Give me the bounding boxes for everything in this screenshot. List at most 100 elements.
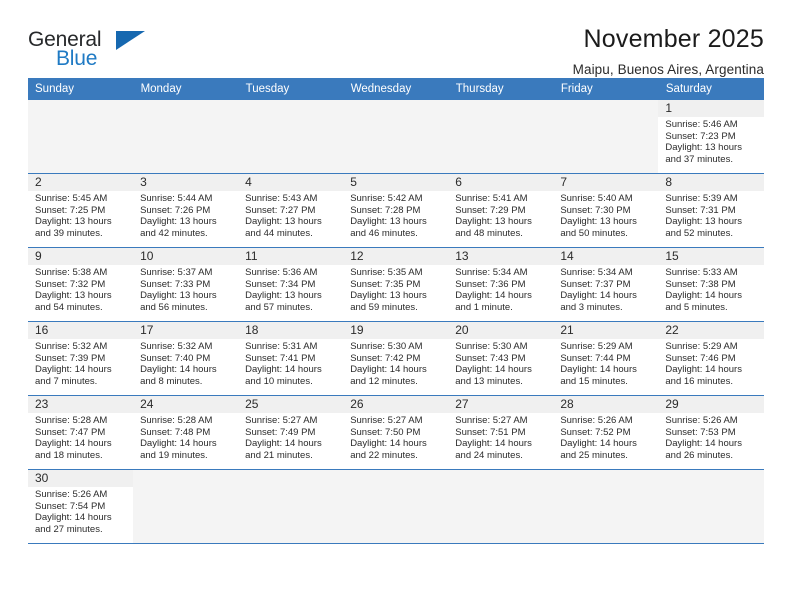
day-cell[interactable]: 20 Sunrise: 5:30 AM Sunset: 7:43 PM Dayligh… — [448, 322, 554, 395]
daylight-text: Daylight: 14 hours and 26 minutes. — [665, 438, 742, 461]
day-number: 12 — [343, 248, 449, 265]
day-cell[interactable]: 22 Sunrise: 5:29 AM Sunset: 7:46 PM Dayligh… — [658, 322, 764, 395]
calendar-cell: 25 Sunrise: 5:27 AM Sunset: 7:49 PM Dayligh… — [238, 395, 344, 470]
blue-triangle-icon — [116, 31, 145, 50]
day-details: Sunrise: 5:27 AM Sunset: 7:50 PM Daylight:… — [343, 413, 448, 461]
daylight-text: Daylight: 14 hours and 21 minutes. — [245, 438, 322, 461]
day-cell[interactable]: 13 Sunrise: 5:34 AM Sunset: 7:36 PM Dayligh… — [448, 248, 554, 321]
day-cell[interactable]: 6 Sunrise: 5:41 AM Sunset: 7:29 PM Daylight… — [448, 174, 554, 247]
sunrise-text: Sunrise: 5:26 AM — [665, 415, 738, 426]
day-cell[interactable]: 30 Sunrise: 5:26 AM Sunset: 7:54 PM Dayligh… — [28, 470, 134, 543]
day-cell[interactable]: 23 Sunrise: 5:28 AM Sunset: 7:47 PM Dayligh… — [28, 396, 134, 469]
sunset-text: Sunset: 7:26 PM — [140, 204, 211, 216]
day-number: 6 — [448, 174, 554, 191]
daylight-text: Daylight: 14 hours and 7 minutes. — [35, 364, 112, 387]
day-cell[interactable]: 15 Sunrise: 5:33 AM Sunset: 7:38 PM Dayligh… — [658, 248, 764, 321]
calendar-cell — [133, 100, 239, 174]
day-cell[interactable]: 8 Sunrise: 5:39 AM Sunset: 7:31 PM Daylight… — [658, 174, 764, 247]
location-subtitle: Maipu, Buenos Aires, Argentina — [572, 62, 764, 77]
calendar-cell — [448, 100, 554, 174]
day-number: 27 — [448, 396, 554, 413]
day-details: Sunrise: 5:26 AM Sunset: 7:53 PM Daylight:… — [658, 413, 763, 461]
day-cell[interactable]: 16 Sunrise: 5:32 AM Sunset: 7:39 PM Dayligh… — [28, 322, 134, 395]
daylight-text: Daylight: 14 hours and 8 minutes. — [140, 364, 217, 387]
calendar-cell: 18 Sunrise: 5:31 AM Sunset: 7:41 PM Dayligh… — [238, 321, 344, 396]
daylight-text: Daylight: 14 hours and 19 minutes. — [140, 438, 217, 461]
sunset-text: Sunset: 7:44 PM — [560, 352, 631, 364]
calendar-week-row: 1 Sunrise: 5:46 AM Sunset: 7:23 PM Daylight… — [28, 100, 764, 174]
day-cell[interactable]: 7 Sunrise: 5:40 AM Sunset: 7:30 PM Daylight… — [553, 174, 659, 247]
day-cell[interactable]: 21 Sunrise: 5:29 AM Sunset: 7:44 PM Dayligh… — [553, 322, 659, 395]
day-details: Sunrise: 5:43 AM Sunset: 7:27 PM Daylight:… — [238, 191, 343, 239]
day-cell[interactable]: 19 Sunrise: 5:30 AM Sunset: 7:42 PM Dayligh… — [343, 322, 449, 395]
daylight-text: Daylight: 14 hours and 16 minutes. — [665, 364, 742, 387]
day-cell[interactable]: 24 Sunrise: 5:28 AM Sunset: 7:48 PM Dayligh… — [133, 396, 239, 469]
day-cell[interactable]: 3 Sunrise: 5:44 AM Sunset: 7:26 PM Daylight… — [133, 174, 239, 247]
day-number: 5 — [343, 174, 449, 191]
day-number: 19 — [343, 322, 449, 339]
day-cell[interactable]: 5 Sunrise: 5:42 AM Sunset: 7:28 PM Daylight… — [343, 174, 449, 247]
day-cell[interactable]: 4 Sunrise: 5:43 AM Sunset: 7:27 PM Daylight… — [238, 174, 344, 247]
calendar-cell: 23 Sunrise: 5:28 AM Sunset: 7:47 PM Dayligh… — [28, 395, 134, 470]
calendar-cell: 20 Sunrise: 5:30 AM Sunset: 7:43 PM Dayligh… — [448, 321, 554, 396]
calendar-cell: 12 Sunrise: 5:35 AM Sunset: 7:35 PM Dayligh… — [343, 247, 449, 322]
day-details: Sunrise: 5:26 AM Sunset: 7:52 PM Daylight:… — [553, 413, 658, 461]
sunrise-text: Sunrise: 5:34 AM — [455, 267, 528, 278]
day-number: 28 — [553, 396, 659, 413]
sunrise-sunset-calendar: Sunday Monday Tuesday Wednesday Thursday… — [28, 78, 765, 544]
sunrise-text: Sunrise: 5:35 AM — [350, 267, 423, 278]
calendar-cell: 28 Sunrise: 5:26 AM Sunset: 7:52 PM Dayligh… — [553, 395, 659, 470]
day-number: 21 — [553, 322, 659, 339]
day-cell[interactable]: 28 Sunrise: 5:26 AM Sunset: 7:52 PM Dayligh… — [553, 396, 659, 469]
daylight-text: Daylight: 14 hours and 25 minutes. — [560, 438, 637, 461]
day-details: Sunrise: 5:29 AM Sunset: 7:46 PM Daylight:… — [658, 339, 763, 387]
day-number: 7 — [553, 174, 659, 191]
sunrise-text: Sunrise: 5:34 AM — [560, 267, 633, 278]
day-cell[interactable]: 18 Sunrise: 5:31 AM Sunset: 7:41 PM Dayligh… — [238, 322, 344, 395]
sunrise-text: Sunrise: 5:44 AM — [140, 193, 213, 204]
day-number: 26 — [343, 396, 449, 413]
day-cell[interactable]: 2 Sunrise: 5:45 AM Sunset: 7:25 PM Daylight… — [28, 174, 134, 247]
daylight-text: Daylight: 13 hours and 54 minutes. — [35, 290, 112, 313]
day-cell[interactable]: 1 Sunrise: 5:46 AM Sunset: 7:23 PM Daylight… — [658, 100, 764, 173]
sunset-text: Sunset: 7:42 PM — [350, 352, 421, 364]
day-cell[interactable]: 17 Sunrise: 5:32 AM Sunset: 7:40 PM Dayligh… — [133, 322, 239, 395]
day-details: Sunrise: 5:46 AM Sunset: 7:23 PM Daylight:… — [658, 117, 763, 165]
weekday-header-friday: Friday — [553, 78, 659, 100]
day-cell[interactable]: 10 Sunrise: 5:37 AM Sunset: 7:33 PM Dayligh… — [133, 248, 239, 321]
daylight-text: Daylight: 14 hours and 10 minutes. — [245, 364, 322, 387]
day-cell[interactable]: 27 Sunrise: 5:27 AM Sunset: 7:51 PM Dayligh… — [448, 396, 554, 469]
calendar-cell: 29 Sunrise: 5:26 AM Sunset: 7:53 PM Dayligh… — [658, 395, 764, 470]
day-cell-empty — [238, 470, 344, 543]
daylight-text: Daylight: 13 hours and 39 minutes. — [35, 216, 112, 239]
general-blue-logo[interactable]: General Blue — [28, 26, 148, 78]
day-number: 11 — [238, 248, 344, 265]
day-details: Sunrise: 5:27 AM Sunset: 7:51 PM Daylight:… — [448, 413, 553, 461]
calendar-cell: 4 Sunrise: 5:43 AM Sunset: 7:27 PM Daylight… — [238, 173, 344, 248]
day-cell[interactable]: 26 Sunrise: 5:27 AM Sunset: 7:50 PM Dayligh… — [343, 396, 449, 469]
day-cell-empty — [448, 470, 554, 543]
day-details: Sunrise: 5:32 AM Sunset: 7:39 PM Daylight:… — [28, 339, 133, 387]
daylight-text: Daylight: 14 hours and 18 minutes. — [35, 438, 112, 461]
day-cell[interactable]: 11 Sunrise: 5:36 AM Sunset: 7:34 PM Dayligh… — [238, 248, 344, 321]
day-cell-empty — [343, 100, 449, 173]
calendar-week-row: 2 Sunrise: 5:45 AM Sunset: 7:25 PM Daylight… — [28, 173, 764, 248]
daylight-text: Daylight: 13 hours and 42 minutes. — [140, 216, 217, 239]
day-details: Sunrise: 5:38 AM Sunset: 7:32 PM Daylight:… — [28, 265, 133, 313]
day-cell[interactable]: 14 Sunrise: 5:34 AM Sunset: 7:37 PM Dayligh… — [553, 248, 659, 321]
day-details: Sunrise: 5:34 AM Sunset: 7:36 PM Daylight:… — [448, 265, 553, 313]
day-cell[interactable]: 12 Sunrise: 5:35 AM Sunset: 7:35 PM Dayligh… — [343, 248, 449, 321]
day-details: Sunrise: 5:30 AM Sunset: 7:42 PM Daylight:… — [343, 339, 448, 387]
weekday-header-sunday: Sunday — [28, 78, 134, 100]
day-details: Sunrise: 5:45 AM Sunset: 7:25 PM Daylight:… — [28, 191, 133, 239]
day-cell[interactable]: 9 Sunrise: 5:38 AM Sunset: 7:32 PM Daylight… — [28, 248, 134, 321]
day-cell[interactable]: 29 Sunrise: 5:26 AM Sunset: 7:53 PM Dayligh… — [658, 396, 764, 469]
day-details: Sunrise: 5:37 AM Sunset: 7:33 PM Daylight:… — [133, 265, 238, 313]
day-cell-empty — [343, 470, 449, 543]
sunset-text: Sunset: 7:28 PM — [350, 204, 421, 216]
daylight-text: Daylight: 14 hours and 3 minutes. — [560, 290, 637, 313]
sunset-text: Sunset: 7:41 PM — [245, 352, 316, 364]
sunrise-text: Sunrise: 5:31 AM — [245, 341, 318, 352]
sunrise-text: Sunrise: 5:39 AM — [665, 193, 738, 204]
day-cell[interactable]: 25 Sunrise: 5:27 AM Sunset: 7:49 PM Dayligh… — [238, 396, 344, 469]
